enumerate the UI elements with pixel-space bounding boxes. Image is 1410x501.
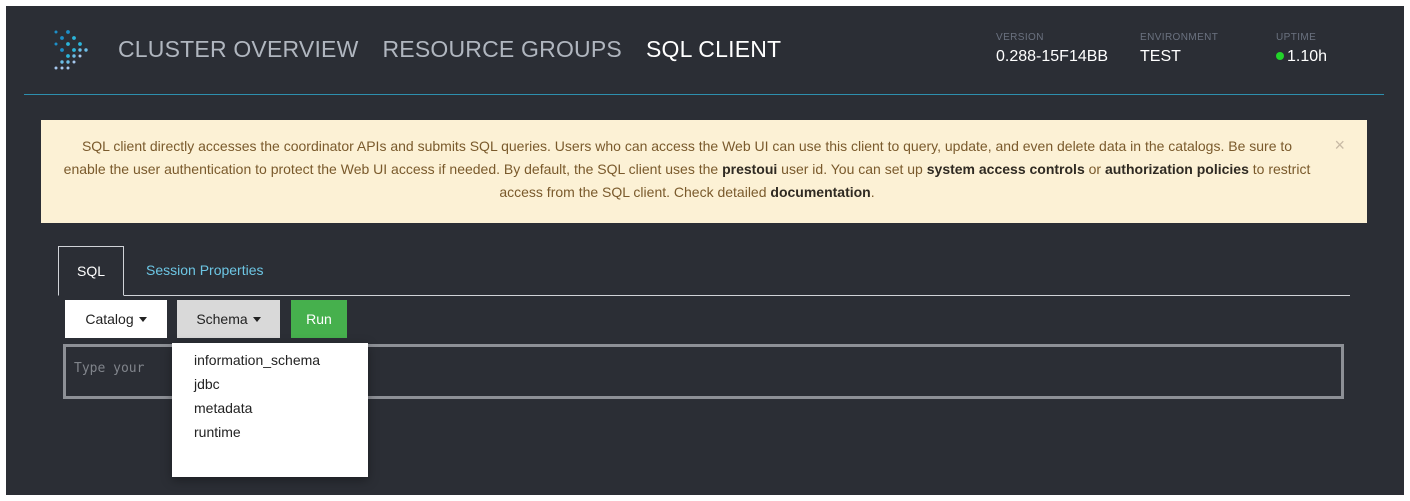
caret-down-icon xyxy=(138,317,147,322)
schema-option-jdbc[interactable]: jdbc xyxy=(172,372,368,396)
documentation-link[interactable]: documentation xyxy=(770,184,870,200)
app-window: CLUSTER OVERVIEW RESOURCE GROUPS SQL CLI… xyxy=(6,6,1404,495)
catalog-label: Catalog xyxy=(85,311,134,327)
nav-sql-client[interactable]: SQL CLIENT xyxy=(646,36,781,63)
tab-session-properties[interactable]: Session Properties xyxy=(146,246,264,296)
schema-option-runtime[interactable]: runtime xyxy=(172,420,368,444)
tab-sql[interactable]: SQL xyxy=(58,246,124,296)
schema-label: Schema xyxy=(196,311,248,327)
uptime-value: 1.10h xyxy=(1287,48,1328,65)
environment-label: ENVIRONMENT xyxy=(1140,32,1219,43)
alert-user-id: prestoui xyxy=(722,161,778,177)
environment-stat: ENVIRONMENT TEST xyxy=(1140,32,1218,66)
alert-text-2: user id. You can set up xyxy=(777,161,927,177)
nav-resource-groups[interactable]: RESOURCE GROUPS xyxy=(383,36,622,63)
system-access-controls-link[interactable]: system access controls xyxy=(927,161,1085,177)
version-value: 0.288-15F14BB xyxy=(996,48,1109,65)
schema-dropdown-button[interactable]: Schema xyxy=(177,300,280,338)
uptime-stat: UPTIME 1.10h xyxy=(1276,32,1327,66)
schema-option-metadata[interactable]: metadata xyxy=(172,396,368,420)
version-label: VERSION xyxy=(996,32,1044,43)
tab-bar: SQL Session Properties xyxy=(58,246,1350,296)
info-alert: SQL client directly accesses the coordin… xyxy=(41,120,1367,223)
main-nav: CLUSTER OVERVIEW RESOURCE GROUPS SQL CLI… xyxy=(118,36,781,63)
schema-dropdown-menu: information_schema jdbc metadata runtime xyxy=(172,343,368,477)
alert-text-3: or xyxy=(1084,161,1105,177)
version-stat: VERSION 0.288-15F14BB xyxy=(996,32,1108,66)
uptime-status-dot xyxy=(1276,52,1284,60)
environment-value: TEST xyxy=(1140,48,1181,65)
schema-option-information-schema[interactable]: information_schema xyxy=(172,348,368,372)
header-divider xyxy=(24,94,1384,95)
nav-cluster-overview[interactable]: CLUSTER OVERVIEW xyxy=(118,36,359,63)
authorization-policies-link[interactable]: authorization policies xyxy=(1105,161,1249,177)
header: CLUSTER OVERVIEW RESOURCE GROUPS SQL CLI… xyxy=(6,6,1404,94)
run-button[interactable]: Run xyxy=(291,300,347,338)
uptime-label: UPTIME xyxy=(1276,32,1317,43)
close-icon[interactable]: × xyxy=(1334,136,1345,154)
editor-placeholder: Type your xyxy=(74,361,145,376)
catalog-dropdown-button[interactable]: Catalog xyxy=(65,300,167,338)
caret-down-icon xyxy=(252,317,261,322)
alert-text-5: . xyxy=(870,184,875,200)
presto-logo-icon[interactable] xyxy=(48,24,98,74)
uptime-value-row: 1.10h xyxy=(1276,48,1327,66)
